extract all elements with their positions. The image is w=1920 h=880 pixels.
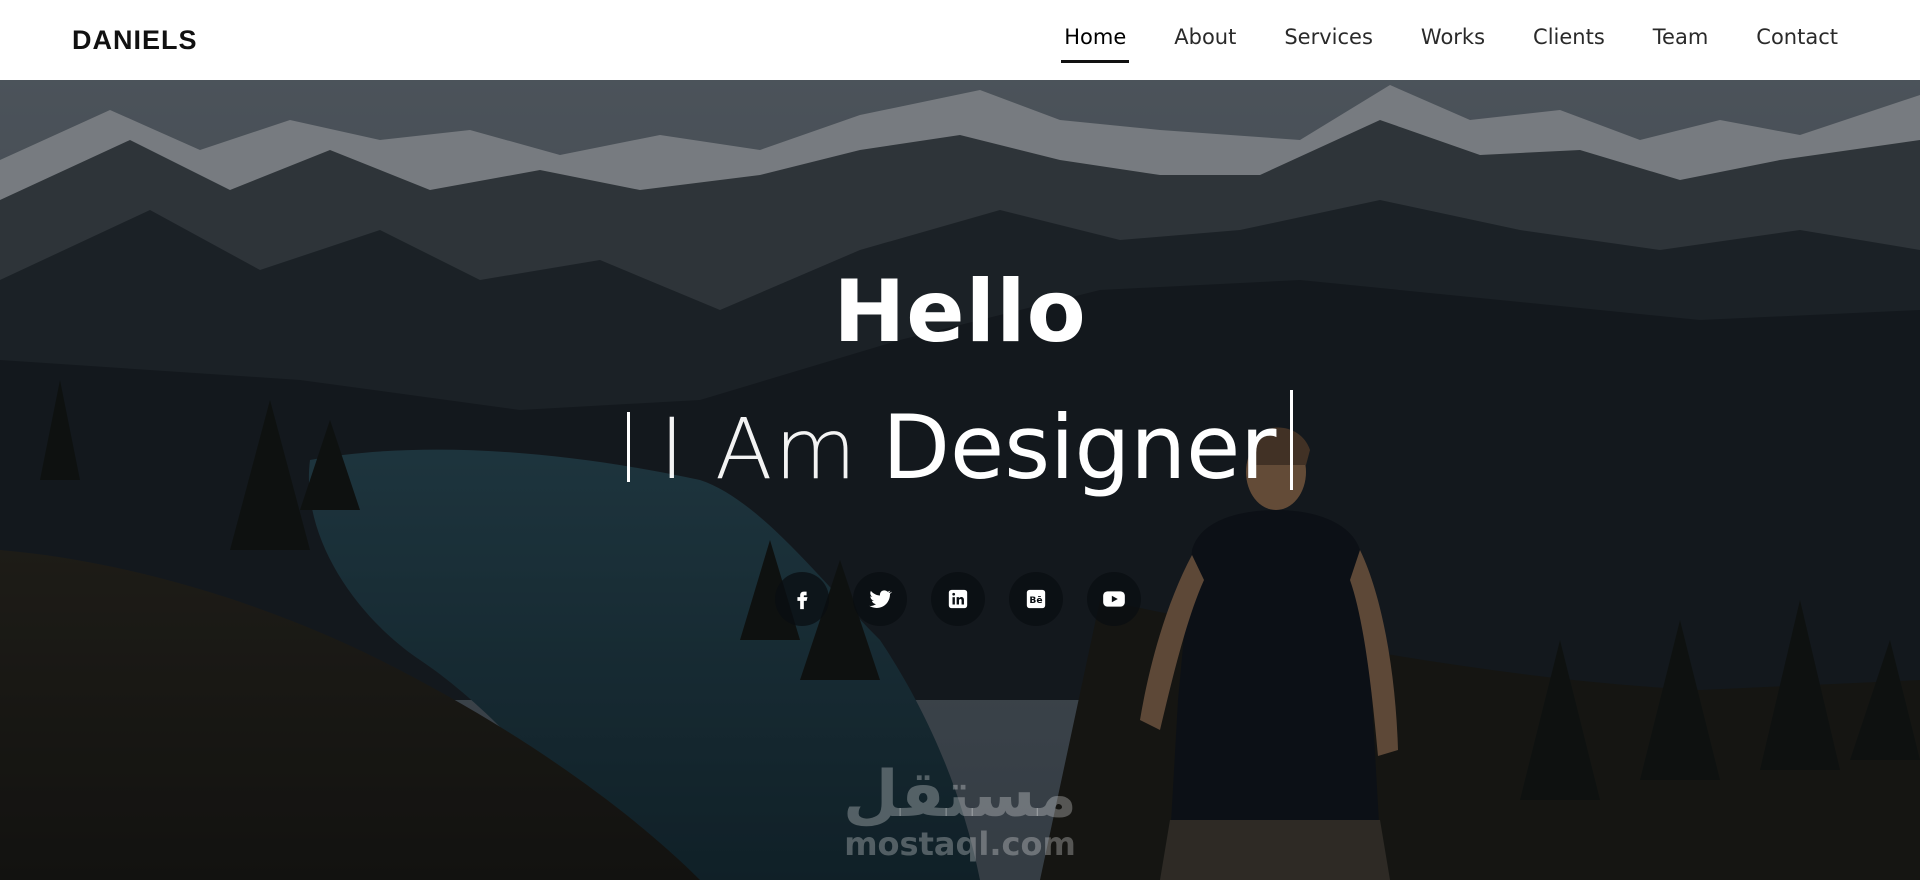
behance-link[interactable]: Bē: [1009, 572, 1063, 626]
nav-item-contact[interactable]: Contact: [1756, 25, 1838, 55]
tagline-decoration-bar: [626, 412, 630, 482]
behance-icon: Bē: [1026, 589, 1046, 609]
nav-item-team[interactable]: Team: [1653, 25, 1709, 55]
hero-greeting: Hello: [833, 262, 1087, 362]
brand-logo[interactable]: DANIELS: [72, 25, 198, 56]
navbar: DANIELS Home About Services Works Client…: [0, 0, 1920, 80]
nav-item-clients[interactable]: Clients: [1533, 25, 1605, 55]
nav-link-clients[interactable]: Clients: [1533, 25, 1605, 55]
facebook-icon: [797, 591, 808, 610]
tagline-prefix: I Am: [659, 400, 859, 498]
nav-link-services[interactable]: Services: [1284, 25, 1373, 55]
youtube-icon: [1103, 591, 1125, 607]
twitter-icon: [869, 590, 893, 608]
nav-link-team[interactable]: Team: [1653, 25, 1709, 55]
watermark: مستقل mostaql.com: [0, 760, 1920, 862]
watermark-arabic: مستقل: [842, 758, 1078, 832]
nav-item-services[interactable]: Services: [1284, 25, 1373, 55]
nav-item-home[interactable]: Home: [1064, 25, 1126, 55]
typed-word: Designer: [882, 396, 1277, 499]
nav-item-works[interactable]: Works: [1421, 25, 1485, 55]
linkedin-icon: [948, 589, 968, 609]
nav-menu: Home About Services Works Clients Team C…: [1016, 25, 1838, 55]
twitter-link[interactable]: [853, 572, 907, 626]
youtube-link[interactable]: [1087, 572, 1141, 626]
nav-link-contact[interactable]: Contact: [1756, 25, 1838, 55]
hero-content: Hello I Am Designer Bē مستقل mostaql.com: [0, 80, 1920, 880]
typing-cursor: [1290, 390, 1294, 490]
nav-link-home[interactable]: Home: [1064, 25, 1126, 55]
hero-section: Hello I Am Designer Bē مستقل mostaql.com: [0, 80, 1920, 880]
nav-link-works[interactable]: Works: [1421, 25, 1485, 55]
watermark-latin: mostaql.com: [844, 825, 1076, 863]
social-links: Bē: [0, 572, 1920, 626]
hero-tagline: I Am Designer: [0, 390, 1920, 500]
svg-text:Bē: Bē: [1029, 595, 1042, 606]
nav-link-about[interactable]: About: [1174, 25, 1236, 55]
nav-item-about[interactable]: About: [1174, 25, 1236, 55]
linkedin-link[interactable]: [931, 572, 985, 626]
facebook-link[interactable]: [775, 572, 829, 626]
